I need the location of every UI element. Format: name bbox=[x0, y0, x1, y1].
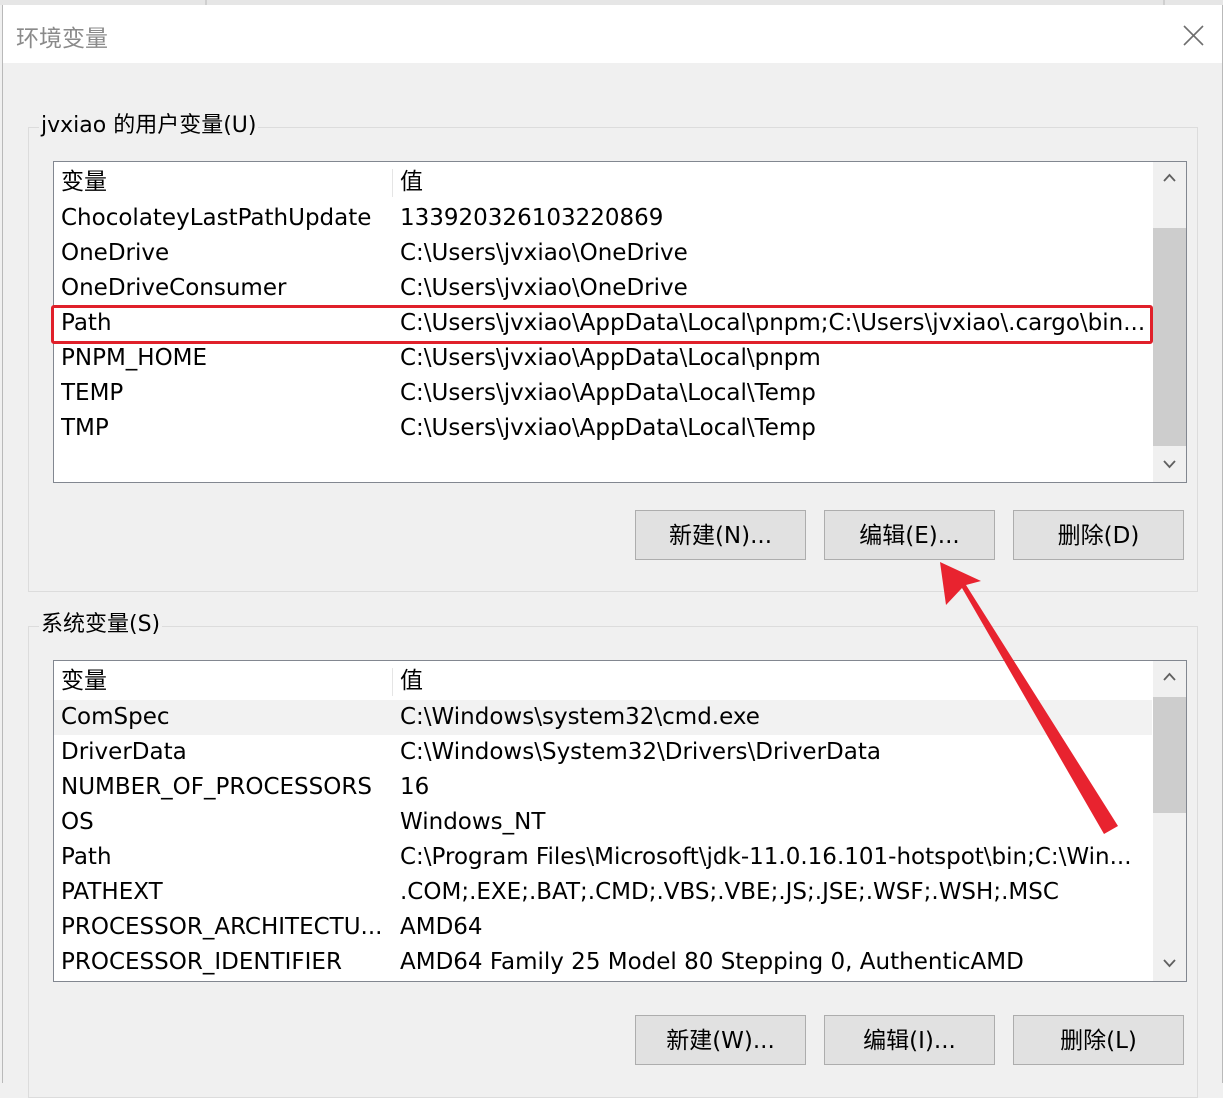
variable-name: PROCESSOR_ARCHITECTU... bbox=[61, 914, 383, 940]
chevron-up-icon bbox=[1163, 173, 1176, 182]
variable-value: C:\Users\jvxiao\OneDrive bbox=[400, 275, 688, 301]
scroll-thumb[interactable] bbox=[1153, 228, 1186, 446]
table-row[interactable]: OneDrive C:\Users\jvxiao\OneDrive bbox=[54, 236, 1152, 271]
system-variables-group: 系统变量(S) 变量 值 ComSpec C:\Windows\system32… bbox=[28, 610, 1198, 1098]
variable-value: AMD64 Family 25 Model 80 Stepping 0, Aut… bbox=[400, 949, 1024, 975]
variable-value: C:\Users\jvxiao\AppData\Local\pnpm;C:\Us… bbox=[400, 310, 1146, 336]
variable-name: PNPM_HOME bbox=[61, 345, 208, 371]
title-bar: 环境变量 bbox=[3, 5, 1222, 63]
system-delete-button[interactable]: 删除(L) bbox=[1013, 1015, 1184, 1065]
column-header-value[interactable]: 值 bbox=[400, 664, 1148, 699]
scroll-up-button[interactable] bbox=[1153, 661, 1186, 694]
scroll-thumb[interactable] bbox=[1153, 697, 1186, 813]
user-variables-label: jvxiao 的用户变量(U) bbox=[39, 111, 259, 141]
table-row[interactable]: OS Windows_NT bbox=[54, 805, 1152, 840]
vertical-scrollbar[interactable] bbox=[1153, 162, 1186, 482]
column-header-value[interactable]: 值 bbox=[400, 165, 1148, 200]
variable-value: C:\Windows\system32\cmd.exe bbox=[400, 704, 760, 730]
table-row[interactable]: PNPM_HOME C:\Users\jvxiao\AppData\Local\… bbox=[54, 341, 1152, 376]
variable-name: ComSpec bbox=[61, 704, 170, 730]
table-row[interactable]: TMP C:\Users\jvxiao\AppData\Local\Temp bbox=[54, 411, 1152, 446]
close-button[interactable] bbox=[1173, 15, 1213, 55]
scroll-down-button[interactable] bbox=[1153, 948, 1186, 981]
list-header: 变量 值 bbox=[54, 165, 1152, 200]
variable-value: Windows_NT bbox=[400, 809, 546, 835]
scroll-down-button[interactable] bbox=[1153, 449, 1186, 482]
user-edit-button[interactable]: 编辑(E)... bbox=[824, 510, 995, 560]
variable-value: C:\Users\jvxiao\AppData\Local\Temp bbox=[400, 415, 816, 441]
table-row[interactable]: OneDriveConsumer C:\Users\jvxiao\OneDriv… bbox=[54, 271, 1152, 306]
variable-value: C:\Users\jvxiao\OneDrive bbox=[400, 240, 688, 266]
user-variables-list[interactable]: 变量 值 ChocolateyLastPathUpdate 1339203261… bbox=[51, 161, 1187, 483]
system-new-button[interactable]: 新建(W)... bbox=[635, 1015, 806, 1065]
variable-value: AMD64 bbox=[400, 914, 483, 940]
column-header-name[interactable]: 变量 bbox=[61, 664, 387, 699]
user-new-button[interactable]: 新建(N)... bbox=[635, 510, 806, 560]
system-variables-label: 系统变量(S) bbox=[39, 610, 163, 640]
variable-name: TMP bbox=[61, 415, 109, 441]
variable-name: ChocolateyLastPathUpdate bbox=[61, 205, 372, 231]
table-row[interactable]: ComSpec C:\Windows\system32\cmd.exe bbox=[54, 700, 1152, 735]
user-delete-button[interactable]: 删除(D) bbox=[1013, 510, 1184, 560]
chevron-up-icon bbox=[1163, 672, 1176, 681]
variable-value: C:\Program Files\Microsoft\jdk-11.0.16.1… bbox=[400, 844, 1132, 870]
system-edit-button[interactable]: 编辑(I)... bbox=[824, 1015, 995, 1065]
table-row[interactable]: NUMBER_OF_PROCESSORS 16 bbox=[54, 770, 1152, 805]
variable-name: OneDrive bbox=[61, 240, 170, 266]
close-icon bbox=[1183, 25, 1204, 46]
table-row[interactable]: PROCESSOR_IDENTIFIER AMD64 Family 25 Mod… bbox=[54, 945, 1152, 980]
variable-name: Path bbox=[61, 310, 112, 336]
list-header: 变量 值 bbox=[54, 664, 1152, 699]
vertical-scrollbar[interactable] bbox=[1153, 661, 1186, 981]
variable-name: Path bbox=[61, 844, 112, 870]
table-row[interactable]: DriverData C:\Windows\System32\Drivers\D… bbox=[54, 735, 1152, 770]
table-row[interactable]: PROCESSOR_ARCHITECTU... AMD64 bbox=[54, 910, 1152, 945]
column-header-name[interactable]: 变量 bbox=[61, 165, 387, 200]
variable-name: OS bbox=[61, 809, 94, 835]
table-row[interactable]: TEMP C:\Users\jvxiao\AppData\Local\Temp bbox=[54, 376, 1152, 411]
chevron-down-icon bbox=[1163, 460, 1176, 469]
dialog-title: 环境变量 bbox=[16, 26, 108, 52]
user-variables-group: jvxiao 的用户变量(U) 变量 值 ChocolateyLastPathU… bbox=[28, 111, 1198, 592]
table-row[interactable]: ChocolateyLastPathUpdate 133920326103220… bbox=[54, 201, 1152, 236]
variable-value: C:\Windows\System32\Drivers\DriverData bbox=[400, 739, 881, 765]
variable-name: PROCESSOR_IDENTIFIER bbox=[61, 949, 342, 975]
system-variables-list[interactable]: 变量 值 ComSpec C:\Windows\system32\cmd.exe… bbox=[53, 660, 1187, 982]
table-row[interactable]: Path C:\Program Files\Microsoft\jdk-11.0… bbox=[54, 840, 1152, 875]
variable-value: C:\Users\jvxiao\AppData\Local\Temp bbox=[400, 380, 816, 406]
variable-name: NUMBER_OF_PROCESSORS bbox=[61, 774, 372, 800]
variable-name: TEMP bbox=[61, 380, 124, 406]
table-row[interactable]: PATHEXT .COM;.EXE;.BAT;.CMD;.VBS;.VBE;.J… bbox=[54, 875, 1152, 910]
variable-value: C:\Users\jvxiao\AppData\Local\pnpm bbox=[400, 345, 821, 371]
variable-name: PATHEXT bbox=[61, 879, 163, 905]
variable-name: OneDriveConsumer bbox=[61, 275, 287, 301]
variable-value: 16 bbox=[400, 774, 430, 800]
chevron-down-icon bbox=[1163, 959, 1176, 968]
variable-name: DriverData bbox=[61, 739, 187, 765]
variable-value: 133920326103220869 bbox=[400, 205, 664, 231]
scroll-up-button[interactable] bbox=[1153, 162, 1186, 195]
table-row-path-highlighted[interactable]: Path C:\Users\jvxiao\AppData\Local\pnpm;… bbox=[51, 305, 1153, 344]
variable-value: .COM;.EXE;.BAT;.CMD;.VBS;.VBE;.JS;.JSE;.… bbox=[400, 879, 1059, 905]
environment-variables-dialog: 环境变量 jvxiao 的用户变量(U) 变量 值 ChocolateyLast… bbox=[2, 5, 1223, 1098]
